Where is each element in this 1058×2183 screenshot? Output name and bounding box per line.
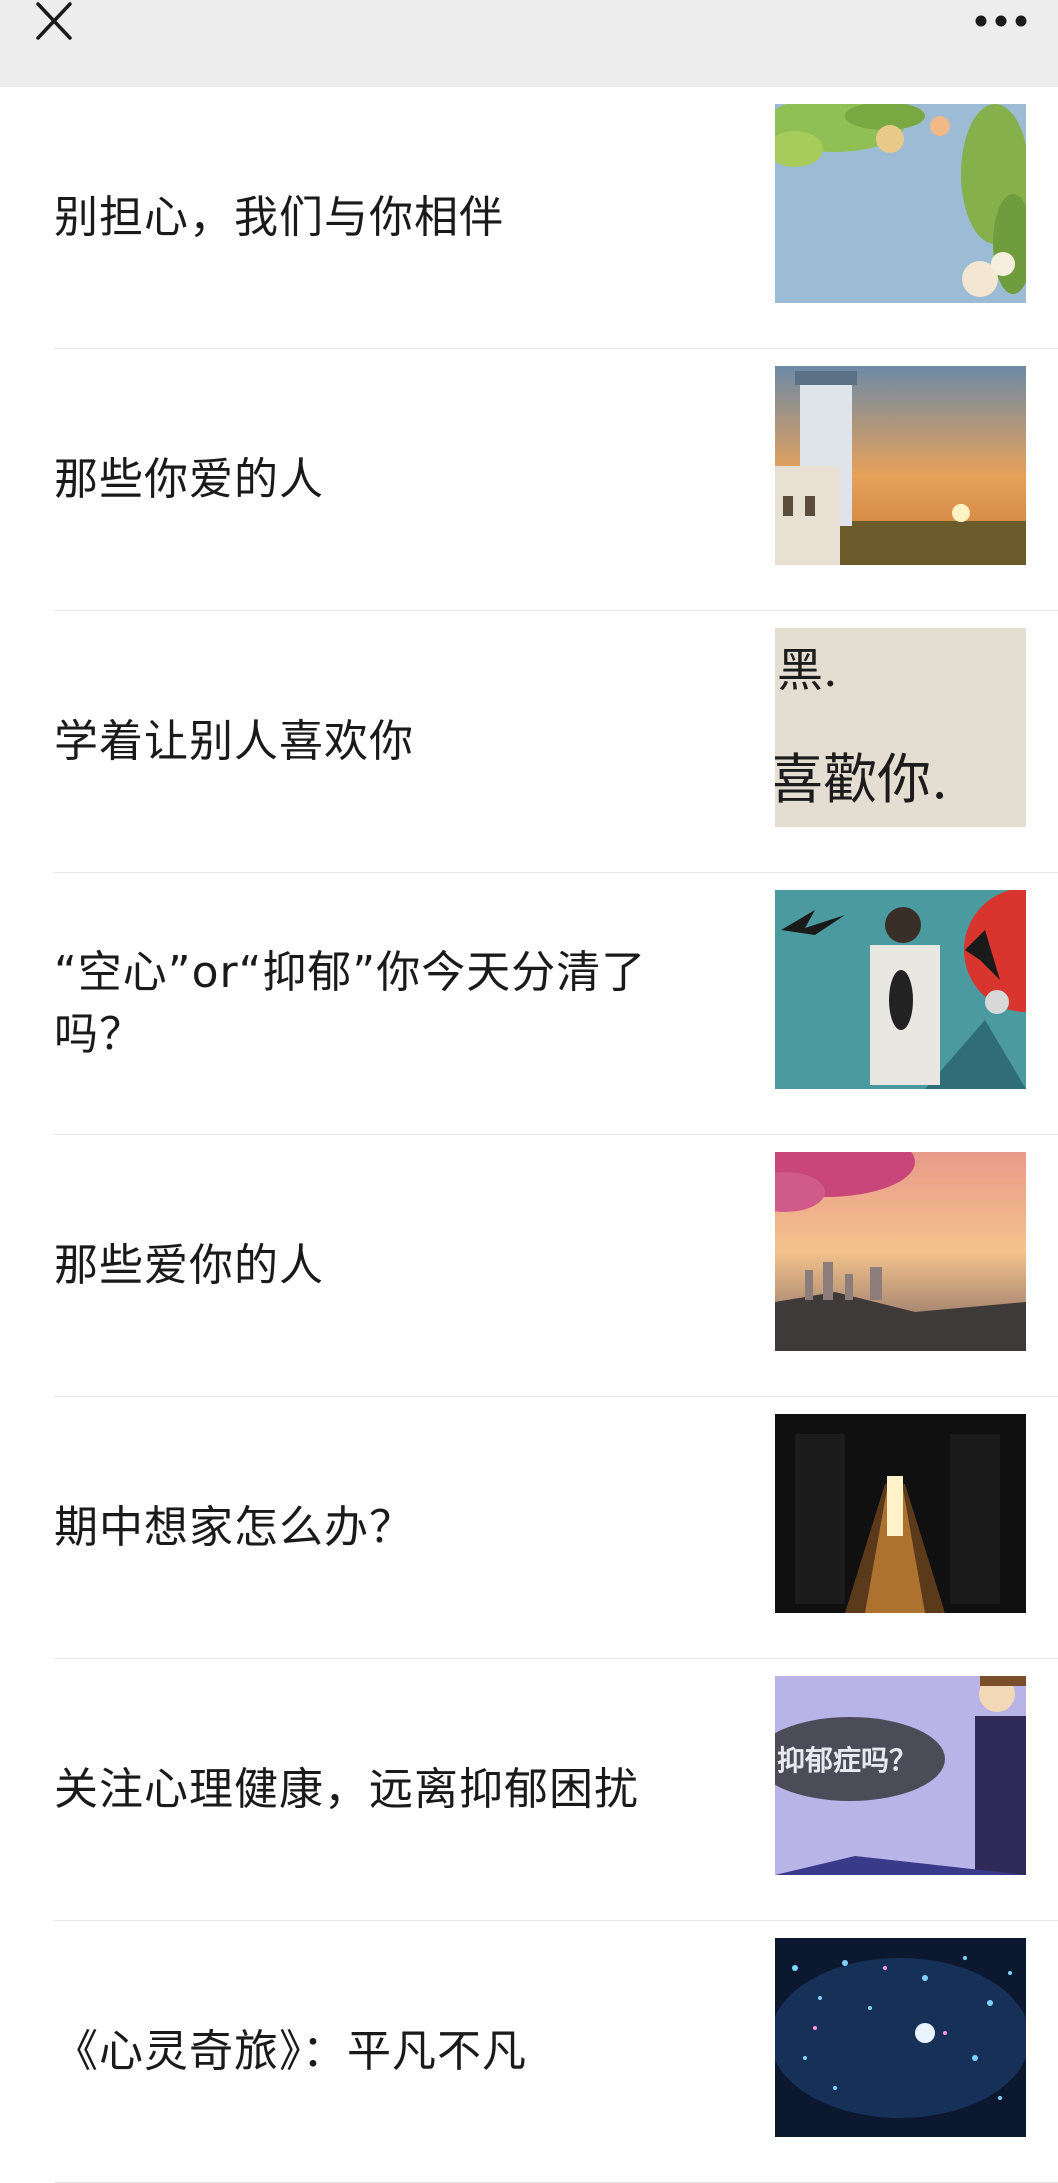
article-title: “空心”or“抑郁”你今天分清了吗？ <box>54 947 647 1060</box>
article-item[interactable]: 《心灵奇旅》：平凡不凡 <box>0 1921 1058 2183</box>
dark-corridor-thumbnail <box>775 1414 1026 1613</box>
flowers-sky-thumbnail <box>775 104 1026 303</box>
article-item[interactable]: 期中想家怎么办？ <box>0 1397 1058 1659</box>
article-title: 别担心，我们与你相伴 <box>54 192 504 243</box>
article-title: 学着让别人喜欢你 <box>54 716 414 767</box>
article-title: 那些爱你的人 <box>54 1240 324 1291</box>
article-item[interactable]: 那些爱你的人 <box>0 1135 1058 1397</box>
article-title: 期中想家怎么办？ <box>54 1502 414 1553</box>
article-item[interactable]: “空心”or“抑郁”你今天分清了吗？ <box>0 873 1058 1135</box>
article-title: 《心灵奇旅》：平凡不凡 <box>54 2026 527 2077</box>
close-icon <box>36 2 72 40</box>
article-item[interactable]: 关注心理健康，远离抑郁困扰 抑郁症吗？ <box>0 1659 1058 1921</box>
man-hollow-chest-thumbnail <box>775 890 1026 1089</box>
article-item[interactable]: 学着让别人喜欢你 黑. 喜歡你. <box>0 611 1058 873</box>
handwriting-top-text: 黑. <box>777 643 838 697</box>
article-list: 别担心，我们与你相伴 那些你爱的人 学着让别人喜欢你 黑. 喜歡你. “空心”o… <box>0 87 1058 2183</box>
handwriting-wall-thumbnail: 黑. 喜歡你. <box>775 628 1026 827</box>
depression-cartoon-thumbnail: 抑郁症吗？ <box>775 1676 1026 1875</box>
article-title: 那些你爱的人 <box>54 454 324 505</box>
cartoon-bubble-text: 抑郁症吗？ <box>777 1744 917 1777</box>
article-title: 关注心理健康，远离抑郁困扰 <box>54 1764 639 1815</box>
article-item[interactable]: 别担心，我们与你相伴 <box>0 87 1058 349</box>
more-icon <box>975 15 1027 27</box>
close-button[interactable] <box>30 0 78 44</box>
cherry-blossom-city-thumbnail <box>775 1152 1026 1351</box>
handwriting-bottom-text: 喜歡你. <box>775 748 948 811</box>
more-options-button[interactable] <box>970 8 1032 34</box>
soul-movie-lights-thumbnail <box>775 1938 1026 2137</box>
top-bar <box>0 0 1058 87</box>
lighthouse-sunset-thumbnail <box>775 366 1026 565</box>
article-item[interactable]: 那些你爱的人 <box>0 349 1058 611</box>
